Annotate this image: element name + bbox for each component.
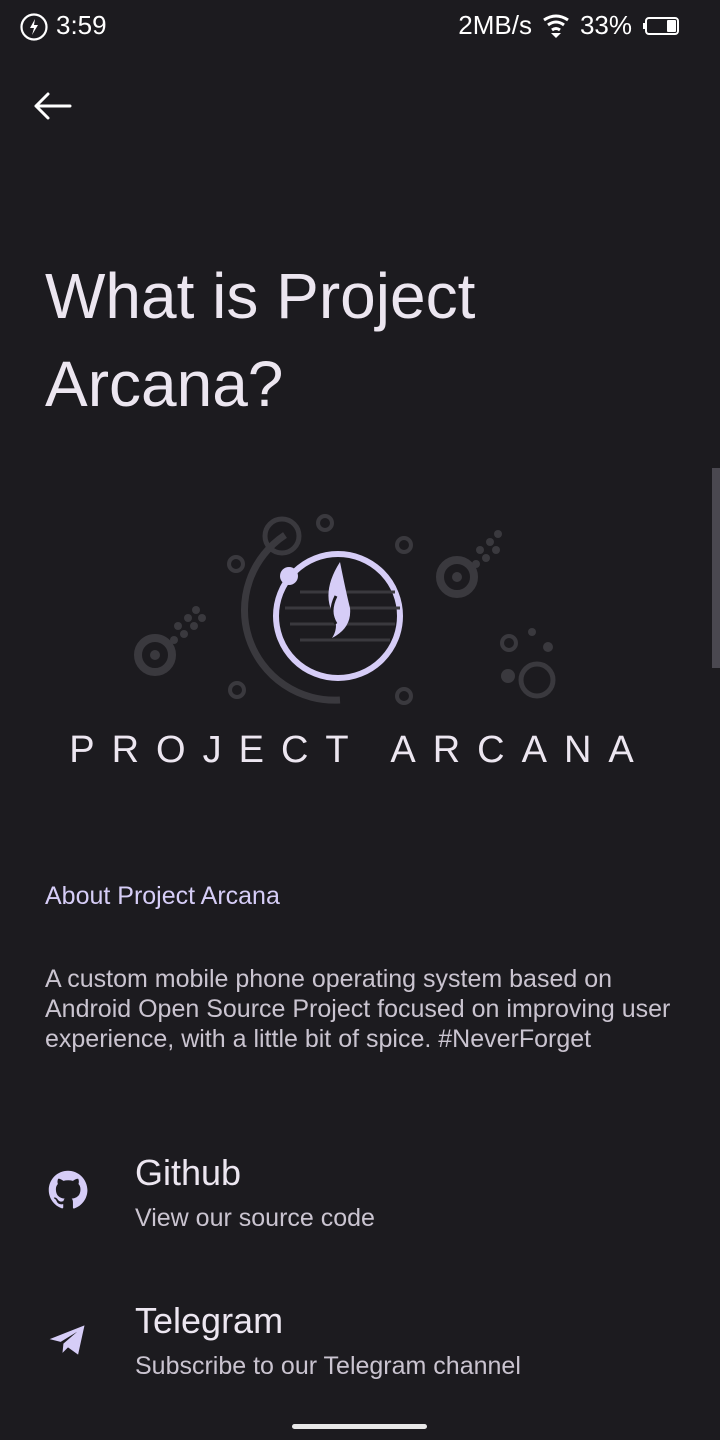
back-button[interactable]	[22, 80, 82, 132]
arrow-left-icon	[34, 92, 72, 120]
logo-wordmark: PROJECT ARCANA	[70, 729, 650, 771]
telegram-icon	[49, 1325, 85, 1355]
telegram-link[interactable]: Telegram Subscribe to our Telegram chann…	[0, 1288, 720, 1408]
github-icon	[48, 1170, 88, 1209]
scrollbar[interactable]	[712, 468, 720, 668]
alarm-clock-icon	[20, 13, 48, 41]
project-arcana-logo: PROJECT ARCANA	[70, 514, 650, 771]
network-speed: 2MB/s	[458, 10, 532, 40]
status-right: 2MB/s 33%	[458, 10, 680, 41]
status-time: 3:59	[56, 10, 107, 40]
about-heading: About Project Arcana	[45, 882, 280, 910]
github-title: Github	[135, 1152, 242, 1193]
github-subtitle: View our source code	[135, 1204, 375, 1232]
wifi-icon	[543, 14, 569, 38]
about-body: A custom mobile phone operating system b…	[45, 965, 671, 1053]
github-link[interactable]: Github View our source code	[0, 1140, 720, 1260]
status-bar: 3:59 2MB/s 33%	[0, 0, 720, 54]
telegram-title: Telegram	[135, 1300, 284, 1341]
battery-percent: 33%	[579, 10, 632, 40]
page-title: What is Project Arcana?	[45, 260, 476, 420]
telegram-subtitle: Subscribe to our Telegram channel	[135, 1352, 521, 1380]
battery-icon	[643, 16, 679, 35]
gesture-navigation-bar[interactable]	[292, 1424, 427, 1429]
